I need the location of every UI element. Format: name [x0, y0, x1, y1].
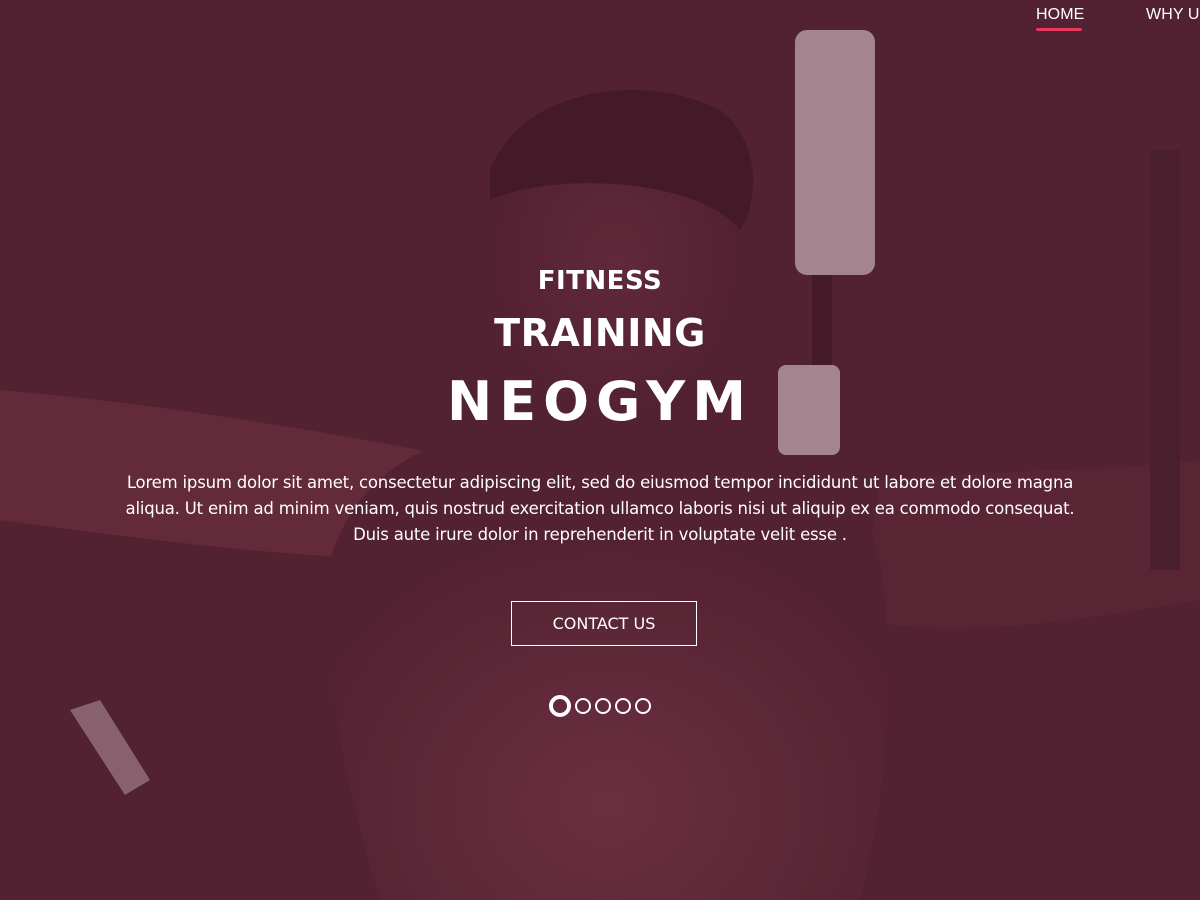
- hero-heading-training: TRAINING: [494, 311, 706, 355]
- slider-dot-1[interactable]: [549, 695, 571, 717]
- slider-dot-2[interactable]: [575, 698, 591, 714]
- slider-pagination: [0, 695, 1200, 717]
- contact-us-button[interactable]: CONTACT US: [511, 601, 697, 646]
- hero-section: HOME WHY US FITNESS TRAINING NEOGYM Lore…: [0, 0, 1200, 900]
- slider-dot-5[interactable]: [635, 698, 651, 714]
- slider-dot-3[interactable]: [595, 698, 611, 714]
- hero-description: Lorem ipsum dolor sit amet, consectetur …: [125, 473, 1075, 544]
- hero-heading-brand: NEOGYM: [447, 370, 753, 433]
- slider-dot-4[interactable]: [615, 698, 631, 714]
- hero-heading-fitness: FITNESS: [537, 266, 663, 296]
- hero-content: FITNESS TRAINING NEOGYM Lorem ipsum dolo…: [0, 0, 1200, 900]
